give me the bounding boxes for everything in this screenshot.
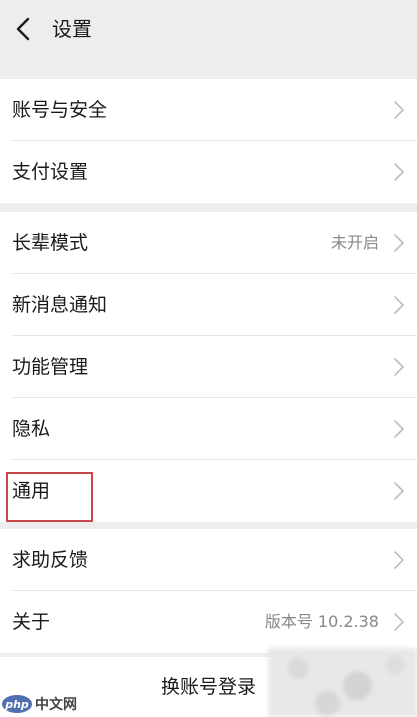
chevron-right-icon — [394, 234, 404, 252]
chevron-right-icon — [394, 551, 404, 569]
chevron-right-icon — [394, 613, 404, 631]
settings-item-label: 支付设置 — [12, 161, 89, 183]
settings-group-support: 求助反馈 关于 版本号 10.2.38 — [0, 529, 417, 653]
settings-item-privacy[interactable]: 隐私 — [0, 398, 417, 460]
settings-item-elder-mode[interactable]: 长辈模式 未开启 — [0, 212, 417, 274]
back-button[interactable] — [6, 12, 40, 46]
settings-item-label: 隐私 — [12, 418, 51, 440]
chevron-left-icon — [16, 17, 30, 41]
nav-bar: 设置 — [0, 0, 417, 58]
blurred-region — [268, 648, 417, 717]
settings-item-about[interactable]: 关于 版本号 10.2.38 — [0, 591, 417, 653]
settings-item-label: 长辈模式 — [12, 232, 89, 254]
settings-item-value: 未开启 — [330, 233, 379, 252]
watermark-text: 中文网 — [35, 697, 77, 713]
settings-item-label: 账号与安全 — [12, 99, 108, 121]
settings-item-label: 关于 — [12, 611, 51, 633]
settings-item-account-security[interactable]: 账号与安全 — [0, 79, 417, 141]
settings-item-feedback[interactable]: 求助反馈 — [0, 529, 417, 591]
chevron-right-icon — [394, 296, 404, 314]
chevron-right-icon — [394, 163, 404, 181]
settings-item-payment[interactable]: 支付设置 — [0, 141, 417, 203]
highlight-annotation — [6, 472, 93, 522]
settings-group-account: 账号与安全 支付设置 — [0, 79, 417, 203]
chevron-right-icon — [394, 482, 404, 500]
settings-item-features[interactable]: 功能管理 — [0, 336, 417, 398]
chevron-right-icon — [394, 358, 404, 376]
watermark-logo: php — [2, 695, 32, 713]
settings-item-value: 版本号 10.2.38 — [264, 612, 379, 631]
watermark: php 中文网 — [2, 694, 77, 714]
page-title: 设置 — [52, 17, 92, 41]
chevron-right-icon — [394, 101, 404, 119]
chevron-right-icon — [394, 420, 404, 438]
settings-item-label: 功能管理 — [12, 356, 89, 378]
settings-item-label: 求助反馈 — [12, 549, 89, 571]
settings-item-label: 新消息通知 — [12, 294, 108, 316]
settings-item-notifications[interactable]: 新消息通知 — [0, 274, 417, 336]
